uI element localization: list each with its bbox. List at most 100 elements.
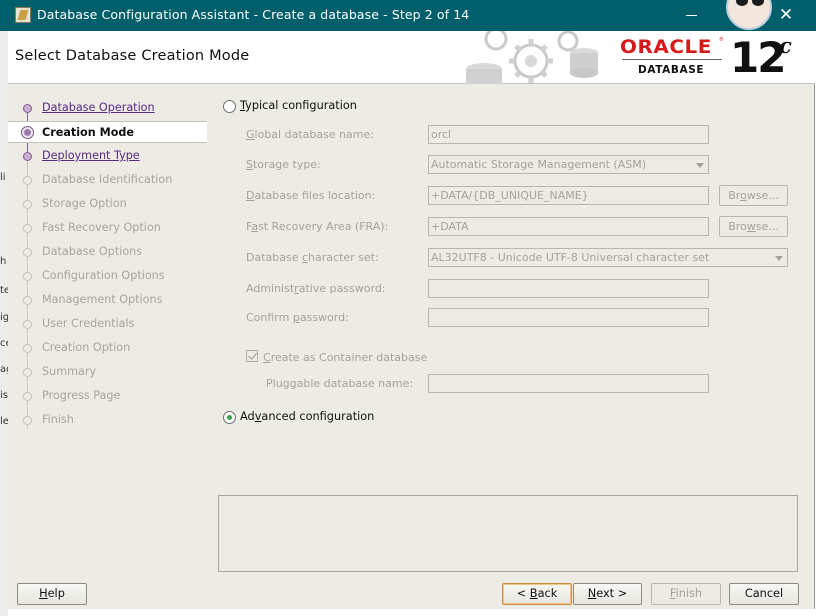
confirm-password-row: Confirm password: [246, 308, 446, 328]
step-fast-recovery-option: Fast Recovery Option [8, 217, 207, 239]
typical-configuration-radio[interactable] [223, 100, 236, 113]
storage-type-row: Storage type: [246, 155, 446, 175]
step-label: Creation Mode [42, 126, 135, 139]
app-icon [15, 7, 31, 23]
step-creation-mode[interactable]: Creation Mode [8, 121, 207, 143]
global-db-name-field[interactable]: orcl [428, 125, 709, 144]
creation-mode-panel: Typical configuration Global database na… [217, 84, 807, 490]
help-button[interactable]: Help [17, 583, 87, 605]
step-creation-option: Creation Option [8, 337, 207, 359]
chevron-down-icon[interactable] [696, 163, 704, 168]
step-label: User Credentials [42, 317, 135, 330]
db-files-location-row: Database files location: [246, 186, 446, 206]
next-button[interactable]: Next > [573, 583, 642, 605]
admin-password-field[interactable] [428, 279, 709, 298]
storage-type-value: Automatic Storage Management (ASM) [431, 158, 646, 171]
fra-row: Fast Recovery Area (FRA): [246, 217, 446, 237]
desktop-fragment: is [0, 390, 8, 401]
step-storage-option: Storage Option [8, 193, 207, 215]
step-marker [23, 152, 32, 161]
step-marker [23, 248, 32, 257]
typical-configuration-option[interactable]: Typical configuration [223, 98, 423, 116]
minimize-icon[interactable] [686, 15, 697, 16]
fra-field[interactable]: +DATA [428, 217, 709, 236]
step-user-credentials: User Credentials [8, 313, 207, 335]
charset-label: Database character set: [246, 251, 379, 264]
message-pane [218, 495, 798, 572]
dbca-window: Select Database Creation Mode ORACLE ® D… [8, 31, 815, 609]
container-db-checkbox[interactable] [246, 350, 258, 362]
step-marker [23, 296, 32, 305]
oracle-wordmark: ORACLE [620, 36, 712, 58]
step-label: Progress Page [42, 389, 121, 402]
version-suffix: c [779, 33, 792, 58]
step-database-operation[interactable]: Database Operation [8, 97, 207, 119]
step-label: Fast Recovery Option [42, 221, 161, 234]
step-label: Storage Option [42, 197, 127, 210]
db-files-location-label: Database files location: [246, 189, 376, 202]
step-marker [23, 344, 32, 353]
page-title: Select Database Creation Mode [15, 48, 250, 64]
container-db-label[interactable]: Create as Container database [263, 351, 427, 364]
charset-select[interactable]: AL32UTF8 - Unicode UTF-8 Universal chara… [428, 248, 788, 267]
container-db-row[interactable]: Create as Container database [246, 348, 466, 368]
step-label: Database Options [42, 245, 143, 258]
avatar [724, 0, 774, 31]
step-marker [23, 224, 32, 233]
storage-type-select[interactable]: Automatic Storage Management (ASM) [428, 155, 709, 174]
cancel-button[interactable]: Cancel [729, 583, 799, 605]
step-database-identification: Database Identification [8, 169, 207, 191]
step-label: Finish [42, 413, 74, 426]
step-deployment-type[interactable]: Deployment Type [8, 145, 207, 167]
version-number: 12 [730, 33, 786, 82]
confirm-password-label: Confirm password: [246, 311, 349, 324]
step-marker [23, 176, 32, 185]
title-bar[interactable]: Database Configuration Assistant - Creat… [0, 0, 816, 31]
step-marker [23, 104, 32, 113]
step-label: Creation Option [42, 341, 131, 354]
logo-divider [622, 59, 722, 60]
desktop-fragment: h [0, 256, 7, 267]
step-navigator: Database Operation Creation Mode Deploym… [8, 97, 207, 437]
db-files-browse-button[interactable]: Browse... [719, 185, 788, 206]
pdb-name-field[interactable] [428, 374, 709, 393]
desktop-background: li h te ig ce ag is le [0, 0, 12, 616]
advanced-configuration-label[interactable]: Advanced configuration [240, 410, 374, 423]
advanced-configuration-option[interactable]: Advanced configuration [223, 409, 423, 427]
db-files-location-field[interactable]: +DATA/{DB_UNIQUE_NAME} [428, 186, 709, 205]
fra-label: Fast Recovery Area (FRA): [246, 220, 389, 233]
admin-password-row: Administrative password: [246, 279, 446, 299]
step-finish: Finish [8, 409, 207, 431]
step-configuration-options: Configuration Options [8, 265, 207, 287]
typical-configuration-label[interactable]: Typical configuration [240, 99, 357, 112]
step-management-options: Management Options [8, 289, 207, 311]
step-label: Management Options [42, 293, 163, 306]
gears-graphic [466, 31, 598, 84]
product-name: DATABASE [638, 64, 705, 76]
step-label[interactable]: Deployment Type [42, 149, 140, 162]
chevron-down-icon[interactable] [775, 256, 783, 261]
step-marker [23, 368, 32, 377]
header-banner: Select Database Creation Mode ORACLE ® D… [8, 31, 815, 84]
close-icon[interactable]: ✕ [776, 5, 796, 25]
advanced-configuration-radio[interactable] [223, 411, 236, 424]
step-label: Database Identification [42, 173, 173, 186]
charset-row: Database character set: [246, 248, 446, 268]
step-label: Summary [42, 365, 97, 378]
step-marker [23, 320, 32, 329]
step-marker-current [21, 126, 34, 139]
global-db-name-label: Global database name: [246, 128, 374, 141]
step-label[interactable]: Database Operation [42, 101, 155, 114]
step-marker [23, 272, 32, 281]
step-marker [23, 416, 32, 425]
step-marker [23, 200, 32, 209]
step-summary: Summary [8, 361, 207, 383]
finish-button[interactable]: Finish [651, 583, 721, 605]
step-progress-page: Progress Page [8, 385, 207, 407]
pdb-name-label: Pluggable database name: [266, 377, 414, 390]
confirm-password-field[interactable] [428, 308, 709, 327]
step-marker [23, 392, 32, 401]
step-label: Configuration Options [42, 269, 165, 282]
fra-browse-button[interactable]: Browse... [719, 216, 788, 237]
back-button[interactable]: < Back [502, 583, 572, 605]
